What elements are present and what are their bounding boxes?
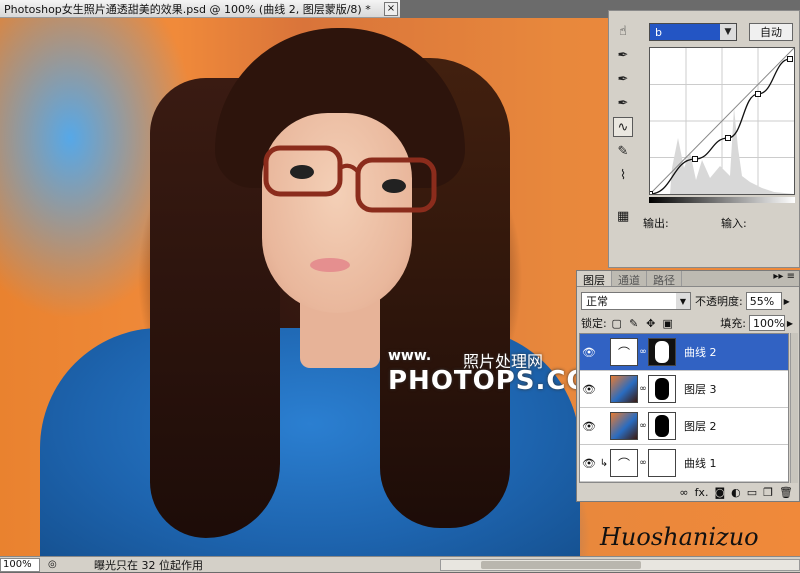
layer-photo-thumb (610, 412, 638, 440)
layer-name: 图层 2 (684, 418, 717, 434)
curves-adjustment-icon: ⌒ (610, 338, 638, 366)
curve-graph[interactable] (649, 47, 795, 195)
lock-all-icon[interactable]: ▣ (661, 316, 675, 330)
layer-row-curves-1[interactable]: 👁 ↳ ⌒ ∞ 曲线 1 (580, 445, 788, 482)
channel-value: b (655, 26, 662, 39)
fill-label: 填充: (720, 315, 746, 331)
curves-panel: ☝ ✒ ✒ ✒ ∿ ✎ ⌇ b ▼ 自动 ▦ 输出: 输入: (608, 10, 800, 268)
opacity-label: 不透明度: (695, 293, 743, 309)
curve-point[interactable] (756, 92, 761, 97)
curve-point[interactable] (788, 57, 793, 62)
layer-mask-thumb[interactable] (648, 338, 676, 366)
hand-adjust-icon[interactable]: ☝ (613, 21, 633, 41)
lock-label: 锁定: (581, 315, 607, 331)
lock-row: 锁定: ▢ ✎ ✥ ▣ 填充: 100% ▶ (581, 315, 795, 331)
clip-arrow-icon: ↳ (598, 458, 610, 469)
layer-list: 👁 ⌒ ∞ 曲线 2 👁 ∞ 图层 3 👁 ∞ 图层 2 👁 ↳ ⌒ (579, 333, 789, 483)
curve-point-icon[interactable]: ∿ (613, 117, 633, 137)
document-title: Photoshop女生照片通透甜美的效果.psd @ 100% (曲线 2, 图… (4, 1, 371, 17)
blend-row: 正常 ▼ 不透明度: 55% ▶ (581, 291, 795, 311)
document-tab[interactable]: Photoshop女生照片通透甜美的效果.psd @ 100% (曲线 2, 图… (0, 0, 400, 18)
lock-position-icon[interactable]: ✥ (644, 316, 658, 330)
layers-scrollbar[interactable] (790, 333, 798, 483)
input-label: 输入: (721, 215, 747, 231)
curves-adjustment-icon: ⌒ (610, 449, 638, 477)
link-icon[interactable]: ∞ (638, 458, 648, 468)
layer-row-layer-3[interactable]: 👁 ∞ 图层 3 (580, 371, 788, 408)
new-layer-icon[interactable]: ❐ (763, 486, 773, 499)
fill-input[interactable]: 100% (749, 315, 785, 331)
add-mask-icon[interactable]: ◙ (714, 486, 725, 499)
status-message: 曝光只在 32 位起作用 (94, 557, 203, 573)
channel-select[interactable]: b ▼ (649, 23, 737, 41)
layer-mask-thumb[interactable] (648, 449, 676, 477)
photo-glasses (262, 140, 442, 220)
close-document-button[interactable]: × (384, 2, 398, 16)
layer-mask-thumb[interactable] (648, 412, 676, 440)
tab-channels[interactable]: 通道 (612, 271, 647, 286)
pencil-icon[interactable]: ✎ (613, 141, 633, 161)
layer-row-curves-2[interactable]: 👁 ⌒ ∞ 曲线 2 (580, 334, 788, 371)
visibility-eye-icon[interactable]: 👁 (580, 383, 598, 396)
chevron-down-icon[interactable]: ▼ (676, 293, 690, 309)
curves-tools: ☝ ✒ ✒ ✒ ∿ ✎ ⌇ (613, 21, 637, 189)
chevron-down-icon[interactable]: ▼ (720, 24, 736, 40)
tab-paths[interactable]: 路径 (647, 271, 682, 286)
photo-lips (310, 258, 350, 272)
layer-name: 图层 3 (684, 381, 717, 397)
adjust-icon[interactable]: ▦ (617, 209, 629, 224)
opacity-arrow-icon[interactable]: ▶ (782, 297, 792, 306)
smooth-icon[interactable]: ⌇ (613, 165, 633, 185)
tab-layers[interactable]: 图层 (577, 271, 612, 286)
visibility-eye-icon[interactable]: 👁 (580, 346, 598, 359)
panel-menu-icon[interactable]: ▸▸ ≡ (769, 271, 799, 286)
link-icon[interactable]: ∞ (638, 384, 648, 394)
curve-svg (650, 48, 794, 194)
eyedropper-white-icon[interactable]: ✒ (613, 93, 633, 113)
layer-row-layer-2[interactable]: 👁 ∞ 图层 2 (580, 408, 788, 445)
auto-button[interactable]: 自动 (749, 23, 793, 41)
layers-panel: 图层 通道 路径 ▸▸ ≡ 正常 ▼ 不透明度: 55% ▶ 锁定: ▢ ✎ ✥… (576, 270, 800, 502)
new-group-icon[interactable]: ▭ (747, 486, 757, 499)
eyedropper-black-icon[interactable]: ✒ (613, 45, 633, 65)
opacity-input[interactable]: 55% (746, 292, 782, 310)
layer-photo-thumb (610, 375, 638, 403)
status-info-icon[interactable]: ◎ (48, 558, 88, 572)
fx-icon[interactable]: fx. (695, 486, 709, 499)
curve-point[interactable] (726, 136, 731, 141)
link-icon[interactable]: ∞ (638, 421, 648, 431)
layers-bottom-bar: ∞ fx. ◙ ◐ ▭ ❐ 🗑 (577, 483, 799, 501)
trash-icon[interactable]: 🗑 (779, 486, 793, 499)
layers-tabs: 图层 通道 路径 ▸▸ ≡ (577, 271, 799, 287)
output-label: 输出: (643, 215, 669, 231)
layer-name: 曲线 1 (684, 455, 717, 471)
link-icon[interactable]: ∞ (638, 347, 648, 357)
layer-name: 曲线 2 (684, 344, 717, 360)
eyedropper-gray-icon[interactable]: ✒ (613, 69, 633, 89)
adjustment-layer-icon[interactable]: ◐ (731, 486, 741, 499)
visibility-eye-icon[interactable]: 👁 (580, 457, 598, 470)
horizontal-scrollbar[interactable] (440, 559, 800, 571)
input-gradient (649, 197, 795, 203)
blend-mode-value: 正常 (586, 293, 608, 309)
curve-point[interactable] (693, 157, 698, 162)
curve-point[interactable] (650, 192, 653, 195)
author-signature: Huoshanizuo (600, 523, 759, 551)
lock-pixels-icon[interactable]: ✎ (627, 316, 641, 330)
fill-arrow-icon[interactable]: ▶ (785, 319, 795, 328)
lock-transparent-icon[interactable]: ▢ (610, 316, 624, 330)
visibility-eye-icon[interactable]: 👁 (580, 420, 598, 433)
blend-mode-select[interactable]: 正常 ▼ (581, 292, 691, 310)
link-layers-icon[interactable]: ∞ (679, 486, 688, 499)
zoom-field[interactable]: 100% (0, 558, 40, 572)
layer-mask-thumb[interactable] (648, 375, 676, 403)
scroll-thumb[interactable] (481, 561, 641, 569)
watermark-prefix: www. (388, 348, 431, 364)
status-bar: 100% ◎ 曝光只在 32 位起作用 (0, 556, 800, 572)
